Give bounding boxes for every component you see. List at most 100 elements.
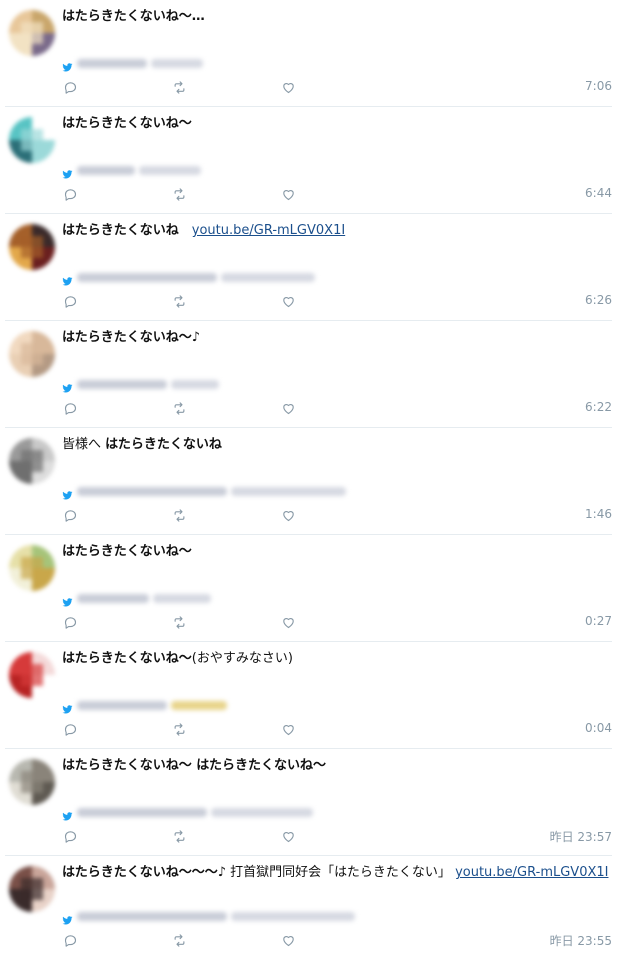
tweet-timestamp[interactable]: 7:06	[585, 79, 612, 93]
twitter-bird-icon	[62, 911, 73, 924]
tweet-body: はたらきたくないね〜 はたらきたくないね〜	[62, 757, 612, 775]
user-name-blurred[interactable]	[77, 58, 147, 68]
tweet-text-plain: 打首獄門同好会「はたらきたくない」	[226, 865, 456, 880]
twitter-bird-svg	[62, 276, 73, 285]
like-icon[interactable]	[280, 828, 296, 844]
tweet-text-bold: はたらきたくないね〜♪	[62, 330, 201, 345]
twitter-bird-svg	[62, 62, 73, 71]
tweet-card: はたらきたくないね〜 0:27	[5, 535, 612, 642]
retweet-icon[interactable]	[171, 293, 187, 309]
retweet-icon-svg	[174, 615, 184, 629]
reply-icon[interactable]	[62, 828, 78, 844]
tweet-actions	[62, 400, 389, 416]
avatar[interactable]	[9, 224, 55, 270]
retweet-icon-svg	[174, 829, 184, 843]
tweet-actions	[62, 614, 389, 630]
reply-icon[interactable]	[62, 721, 78, 737]
like-icon[interactable]	[280, 507, 296, 523]
user-name-blurred[interactable]	[77, 911, 227, 921]
retweet-icon[interactable]	[171, 79, 187, 95]
like-icon[interactable]	[280, 186, 296, 202]
twitter-bird-icon	[62, 58, 73, 71]
twitter-bird-icon	[62, 379, 73, 392]
avatar[interactable]	[9, 10, 55, 56]
user-handle-blurred	[171, 700, 227, 710]
tweet-body: はたらきたくないね〜…	[62, 8, 612, 26]
reply-icon-svg	[64, 402, 76, 415]
retweet-icon[interactable]	[171, 932, 187, 948]
like-icon[interactable]	[280, 400, 296, 416]
like-icon[interactable]	[280, 293, 296, 309]
avatar[interactable]	[9, 759, 55, 805]
twitter-bird-svg	[62, 704, 73, 713]
tweet-timestamp[interactable]: 0:04	[585, 721, 612, 735]
retweet-icon-svg	[174, 508, 184, 522]
avatar-pixel	[21, 771, 43, 793]
tweet-text: 皆様へ はたらきたくないね	[62, 436, 612, 454]
reply-icon[interactable]	[62, 79, 78, 95]
like-icon[interactable]	[280, 721, 296, 737]
tweet-actions	[62, 507, 389, 523]
tweet-timestamp[interactable]: 昨日 23:55	[550, 932, 612, 949]
like-icon[interactable]	[280, 614, 296, 630]
user-name-blurred[interactable]	[77, 379, 167, 389]
avatar[interactable]	[9, 545, 55, 591]
avatar[interactable]	[9, 652, 55, 698]
retweet-icon[interactable]	[171, 721, 187, 737]
reply-icon[interactable]	[62, 400, 78, 416]
reply-icon[interactable]	[62, 293, 78, 309]
retweet-icon[interactable]	[171, 186, 187, 202]
twitter-bird-icon	[62, 272, 73, 285]
reply-icon-svg	[64, 830, 76, 843]
like-icon[interactable]	[280, 79, 296, 95]
user-line	[62, 698, 227, 713]
tweet-body: はたらきたくないね〜(おやすみなさい)	[62, 650, 612, 668]
user-name-blurred[interactable]	[77, 165, 135, 175]
like-icon-svg	[282, 510, 294, 521]
user-name-blurred[interactable]	[77, 486, 227, 496]
tweet-card: はたらきたくないね〜 はたらきたくないね〜昨日 23:57	[5, 749, 612, 856]
user-name-blurred[interactable]	[77, 593, 149, 603]
retweet-icon[interactable]	[171, 614, 187, 630]
reply-icon-svg	[64, 723, 76, 736]
user-handle-blurred	[171, 379, 219, 389]
tweet-timestamp[interactable]: 6:26	[585, 293, 612, 307]
user-name-blurred[interactable]	[77, 272, 217, 282]
retweet-icon-svg	[174, 294, 184, 308]
reply-icon[interactable]	[62, 932, 78, 948]
retweet-icon-svg	[174, 187, 184, 201]
like-icon-svg	[282, 296, 294, 307]
like-icon-svg	[282, 831, 294, 842]
tweet-timestamp[interactable]: 昨日 23:57	[550, 828, 612, 845]
tweet-actions	[62, 293, 389, 309]
tweet-text: はたらきたくないね〜	[62, 115, 612, 133]
like-icon[interactable]	[280, 932, 296, 948]
tweet-body: 皆様へ はたらきたくないね	[62, 436, 612, 454]
tweet-text: はたらきたくないね〜	[62, 543, 612, 561]
retweet-icon[interactable]	[171, 828, 187, 844]
tweet-card: 皆様へ はたらきたくないね 1:46	[5, 428, 612, 535]
reply-icon[interactable]	[62, 614, 78, 630]
tweet-actions	[62, 79, 389, 95]
tweet-body: はたらきたくないね〜〜〜♪ 打首獄門同好会「はたらきたくない」 youtu.be…	[62, 864, 612, 882]
retweet-icon[interactable]	[171, 507, 187, 523]
avatar[interactable]	[9, 117, 55, 163]
tweet-timestamp[interactable]: 6:44	[585, 186, 612, 200]
tweet-timestamp[interactable]: 0:27	[585, 614, 612, 628]
retweet-icon[interactable]	[171, 400, 187, 416]
tweet-timestamp[interactable]: 1:46	[585, 507, 612, 521]
retweet-icon-svg	[174, 80, 184, 94]
tweet-link[interactable]: youtu.be/GR-mLGV0X1I	[455, 865, 608, 880]
user-name-blurred[interactable]	[77, 700, 167, 710]
avatar[interactable]	[9, 331, 55, 377]
reply-icon[interactable]	[62, 507, 78, 523]
tweet-timestamp[interactable]: 6:22	[585, 400, 612, 414]
reply-icon-svg	[64, 295, 76, 308]
avatar[interactable]	[9, 866, 55, 912]
user-name-blurred[interactable]	[77, 807, 207, 817]
reply-icon[interactable]	[62, 186, 78, 202]
tweet-link[interactable]: youtu.be/GR-mLGV0X1I	[192, 223, 345, 238]
twitter-bird-svg	[62, 383, 73, 392]
user-line	[62, 805, 313, 820]
avatar[interactable]	[9, 438, 55, 484]
